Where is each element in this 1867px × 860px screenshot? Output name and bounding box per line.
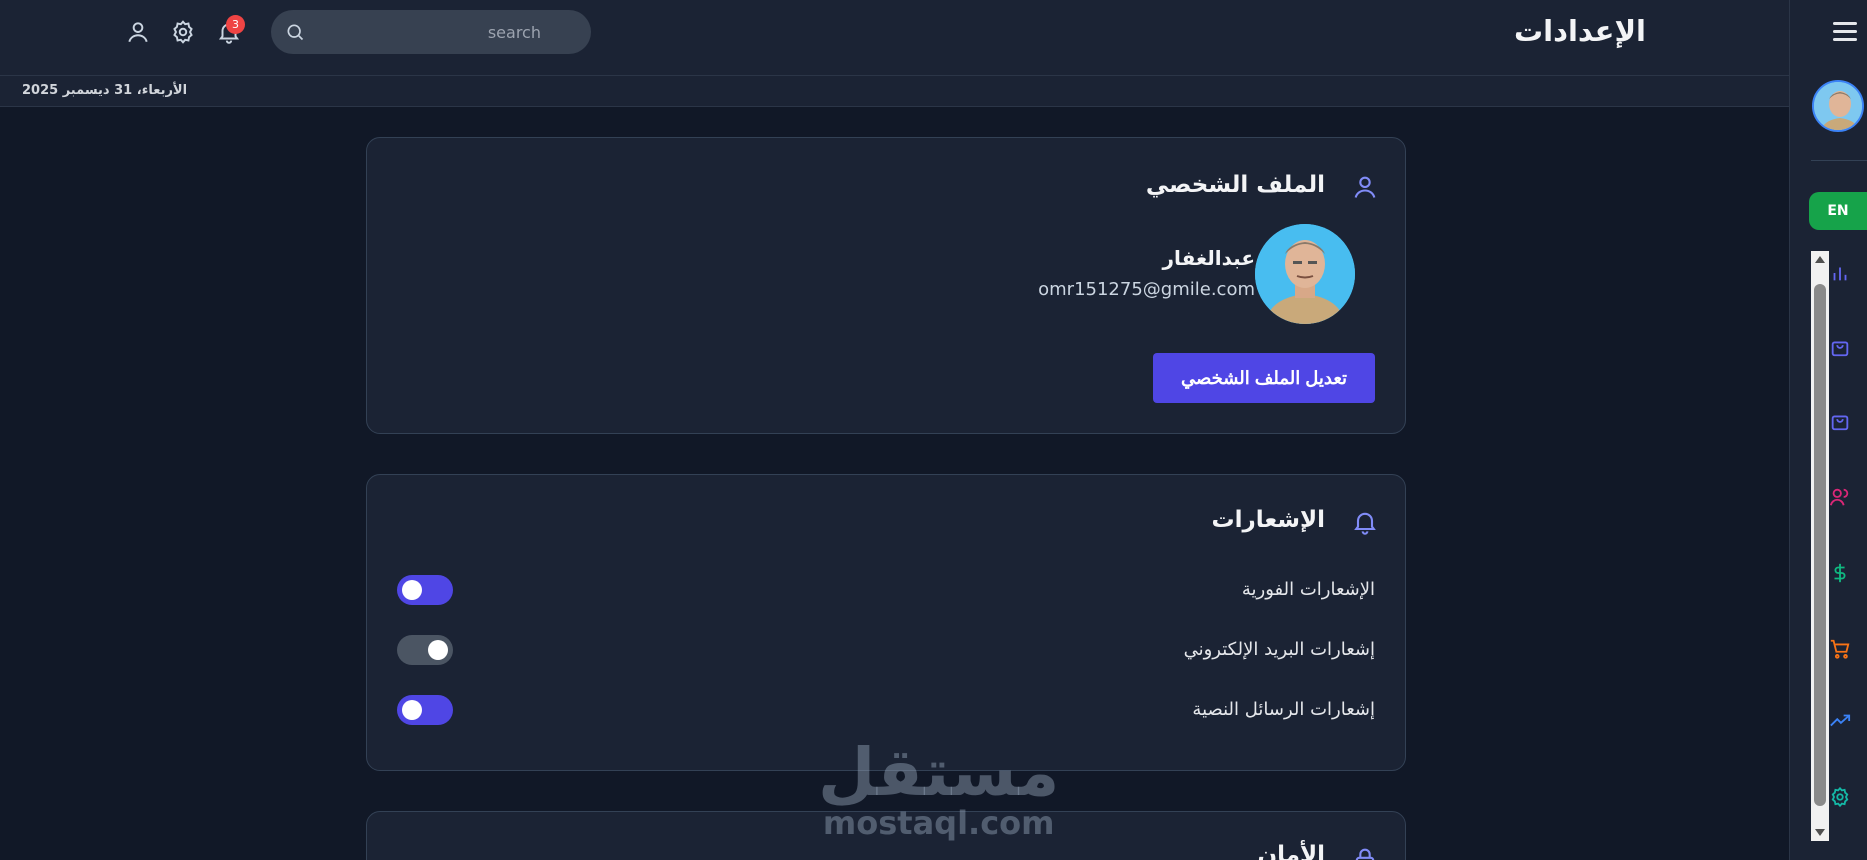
profile-name: عبدالغفار: [1162, 246, 1255, 270]
sidebar-divider: [1811, 160, 1867, 161]
email-notifications-label: إشعارات البريد الإلكتروني: [1183, 639, 1375, 660]
notifications-section-title: الإشعارات: [1211, 507, 1325, 533]
email-notifications-toggle[interactable]: [397, 635, 453, 665]
profile-email: omr151275@gmile.com: [1038, 279, 1255, 300]
user-icon[interactable]: [125, 19, 151, 45]
top-header: الإعدادات search 3: [0, 0, 1789, 76]
avatar[interactable]: [1812, 80, 1864, 132]
profile-card: الملف الشخصي عبدالغفار omr151275@gmile.c…: [366, 137, 1406, 434]
security-section-title: الأمان: [1257, 842, 1325, 860]
sidebar-scrollbar[interactable]: [1811, 251, 1829, 841]
page-title: الإعدادات: [1513, 14, 1646, 48]
watermark-latin: mostaql.com: [822, 804, 1055, 842]
toggle-knob: [402, 580, 422, 600]
chart-icon[interactable]: [1829, 262, 1851, 284]
bag-icon[interactable]: [1829, 336, 1851, 358]
toggle-knob: [402, 700, 422, 720]
current-date: الأربعاء، 31 ديسمبر 2025: [22, 83, 188, 98]
toggle-knob: [428, 640, 448, 660]
profile-avatar: [1255, 224, 1355, 324]
notifications-card: الإشعارات الإشعارات الفورية إشعارات البر…: [366, 474, 1406, 771]
sms-notifications-label: إشعارات الرسائل النصية: [1192, 699, 1375, 720]
bell-icon: [1351, 507, 1379, 541]
trend-icon[interactable]: [1829, 710, 1851, 732]
watermark: مستقل mostaql.com: [818, 734, 1060, 842]
date-bar: الأربعاء، 31 ديسمبر 2025: [0, 76, 1789, 107]
sidebar: EN: [1789, 0, 1867, 860]
notification-badge: 3: [226, 15, 245, 34]
profile-section-title: الملف الشخصي: [1145, 172, 1325, 198]
gear-icon[interactable]: [170, 19, 196, 45]
edit-profile-button[interactable]: تعديل الملف الشخصي: [1153, 353, 1375, 403]
instant-notifications-toggle[interactable]: [397, 575, 453, 605]
search-input[interactable]: search: [271, 10, 591, 54]
search-icon: [285, 22, 305, 46]
sms-notifications-toggle[interactable]: [397, 695, 453, 725]
user-icon: [1351, 172, 1379, 206]
gear-icon[interactable]: [1829, 786, 1851, 808]
language-button[interactable]: EN: [1809, 192, 1867, 230]
search-placeholder: search: [487, 23, 541, 42]
menu-icon[interactable]: [1833, 22, 1857, 42]
dollar-icon[interactable]: [1829, 562, 1851, 584]
scroll-up-arrow[interactable]: [1815, 256, 1825, 263]
watermark-arabic: مستقل: [818, 734, 1060, 811]
instant-notifications-label: الإشعارات الفورية: [1241, 579, 1375, 600]
scroll-down-arrow[interactable]: [1815, 829, 1825, 836]
scrollbar-thumb[interactable]: [1814, 284, 1826, 806]
cart-icon[interactable]: [1829, 638, 1851, 660]
bag-icon[interactable]: [1829, 410, 1851, 432]
lock-icon: [1351, 844, 1379, 860]
users-icon[interactable]: [1829, 486, 1851, 508]
